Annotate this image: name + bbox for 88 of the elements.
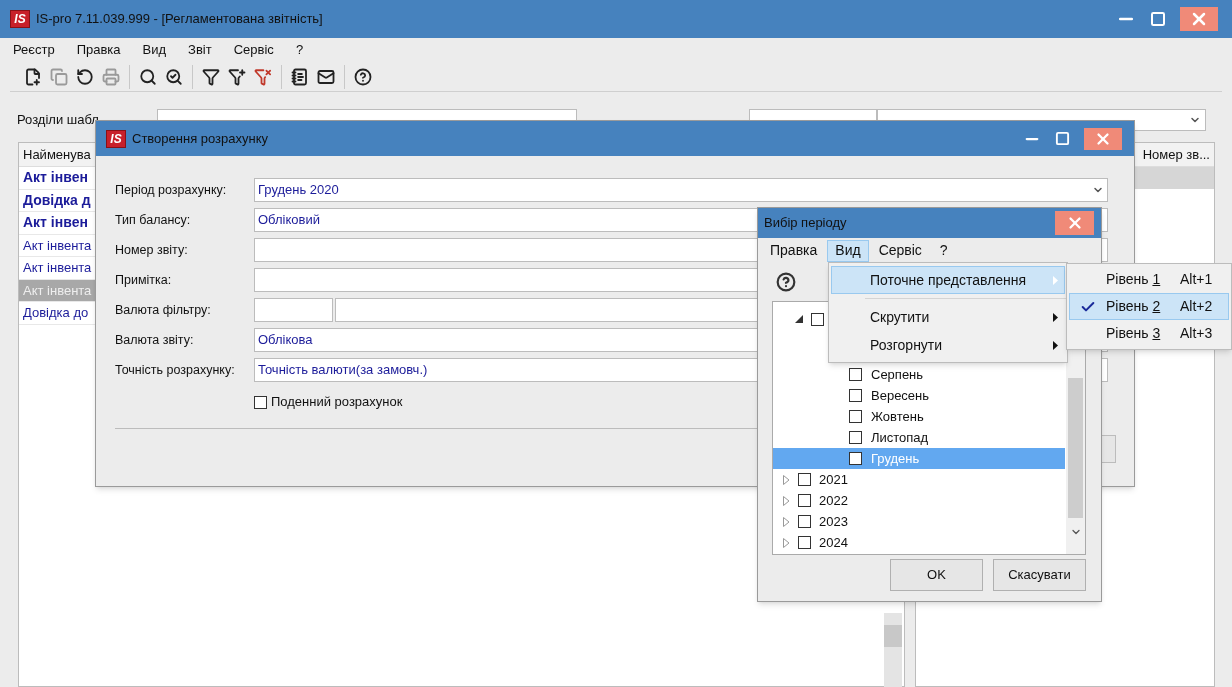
tree-label: 2022: [819, 491, 848, 510]
tree-label: Вересень: [871, 386, 930, 405]
tree-row[interactable]: Жовтень: [773, 406, 1065, 427]
tree-label: Серпень: [871, 365, 924, 384]
app-logo: IS: [10, 10, 30, 28]
submenu-arrow-icon: [1053, 275, 1058, 285]
menu-item[interactable]: Реєстр: [10, 40, 58, 60]
shortcut-label: Alt+1: [1180, 270, 1213, 289]
filter-clear-icon[interactable]: [254, 67, 272, 86]
checkbox[interactable]: [849, 431, 862, 444]
field-label: Номер звіту:: [115, 241, 189, 259]
tree-label: 2023: [819, 512, 848, 531]
checkbox[interactable]: [849, 368, 862, 381]
tree-label: Грудень: [871, 449, 920, 468]
menu-item[interactable]: Звіт: [185, 40, 215, 60]
checkbox[interactable]: [849, 410, 862, 423]
help-icon[interactable]: [776, 272, 796, 292]
menu-item[interactable]: ?: [931, 239, 956, 262]
checkbox[interactable]: [849, 389, 862, 402]
expand-triangle-icon[interactable]: [783, 516, 790, 527]
currency-code-field[interactable]: [254, 298, 333, 322]
dialog-title: Створення розрахунку: [132, 129, 269, 148]
shortcut-label: Alt+3: [1180, 324, 1213, 343]
menu-item[interactable]: Рівень 1 Alt+1: [1069, 266, 1229, 293]
search-icon[interactable]: [139, 67, 157, 86]
new-document-icon[interactable]: [24, 67, 42, 86]
checkbox[interactable]: [798, 536, 811, 549]
tree-label: 2024: [819, 533, 848, 552]
window-title: IS-pro 7.11.039.999 - [Регламентована звітність]: [36, 10, 323, 29]
close-button[interactable]: [1084, 127, 1122, 150]
menu-item[interactable]: Скрутити: [831, 303, 1065, 331]
period-dropdown[interactable]: Грудень 2020: [254, 178, 1108, 202]
dialog-title: Вибір періоду: [764, 214, 847, 233]
menu-item[interactable]: Правка: [762, 239, 826, 262]
tree-label: Жовтень: [871, 407, 924, 426]
filter-plus-icon[interactable]: [228, 67, 246, 86]
dialog-button[interactable]: Скасувати: [993, 559, 1086, 591]
menu-item[interactable]: Рівень 2 Alt+2: [1069, 293, 1229, 320]
tree-row[interactable]: 2022: [773, 490, 1065, 511]
tree-row[interactable]: 2024: [773, 532, 1065, 553]
checkbox-label: Поденний розрахунок: [271, 393, 403, 412]
submenu-arrow-icon: [1053, 312, 1058, 322]
expand-triangle-icon[interactable]: [783, 495, 790, 506]
tree-row[interactable]: Вересень: [773, 385, 1065, 406]
dialog-button[interactable]: OK: [890, 559, 983, 591]
menu-item[interactable]: Сервіс: [230, 40, 277, 60]
help-icon[interactable]: [354, 67, 372, 86]
menu-item[interactable]: Правка: [73, 40, 124, 60]
tree-label: Листопад: [871, 428, 929, 447]
menu-item[interactable]: Вид: [139, 40, 170, 60]
shortcut-label: Alt+2: [1180, 297, 1213, 316]
checkbox[interactable]: [798, 473, 811, 486]
tree-label: 2021: [819, 470, 848, 489]
checkbox[interactable]: [849, 452, 862, 465]
submenu-arrow-icon: [1053, 340, 1058, 350]
field-label: Валюта фільтру:: [115, 301, 212, 319]
tree-row[interactable]: Серпень: [773, 364, 1065, 385]
collapse-triangle-icon[interactable]: [795, 315, 803, 323]
menu-item[interactable]: Сервіс: [870, 239, 930, 262]
checkbox[interactable]: [811, 312, 824, 326]
tree-row[interactable]: 2023: [773, 511, 1065, 532]
column-header: Номер зв...: [1142, 145, 1210, 164]
expand-triangle-icon[interactable]: [783, 537, 790, 548]
field-label: Примітка:: [115, 271, 173, 289]
mail-icon[interactable]: [317, 67, 335, 86]
maximize-icon[interactable]: [1150, 11, 1166, 27]
refresh-icon[interactable]: [76, 67, 94, 86]
field-label: Точність розрахунку:: [115, 361, 236, 379]
checkbox[interactable]: [798, 515, 811, 528]
field-label: Розділи шабл: [17, 111, 100, 130]
menu-item[interactable]: ?: [292, 40, 307, 60]
menu-item[interactable]: Поточне представлення: [831, 266, 1065, 294]
search-check-icon[interactable]: [165, 67, 183, 86]
filter-icon[interactable]: [202, 67, 220, 86]
tree-row[interactable]: 2021: [773, 469, 1065, 490]
field-label: Валюта звіту:: [115, 331, 195, 349]
field-label: Тип балансу:: [115, 211, 192, 229]
checkbox[interactable]: [254, 395, 267, 409]
tree-row[interactable]: Листопад: [773, 427, 1065, 448]
field-label: Період розрахунку:: [115, 181, 228, 199]
app-logo: IS: [106, 129, 126, 148]
menu-item[interactable]: Вид: [827, 239, 869, 262]
scrollbar-thumb[interactable]: [1068, 378, 1083, 518]
expand-triangle-icon[interactable]: [783, 474, 790, 485]
checkbox[interactable]: [798, 494, 811, 507]
maximize-icon[interactable]: [1055, 131, 1070, 146]
notebook-icon[interactable]: [291, 67, 309, 86]
scrollbar-thumb[interactable]: [884, 625, 902, 647]
